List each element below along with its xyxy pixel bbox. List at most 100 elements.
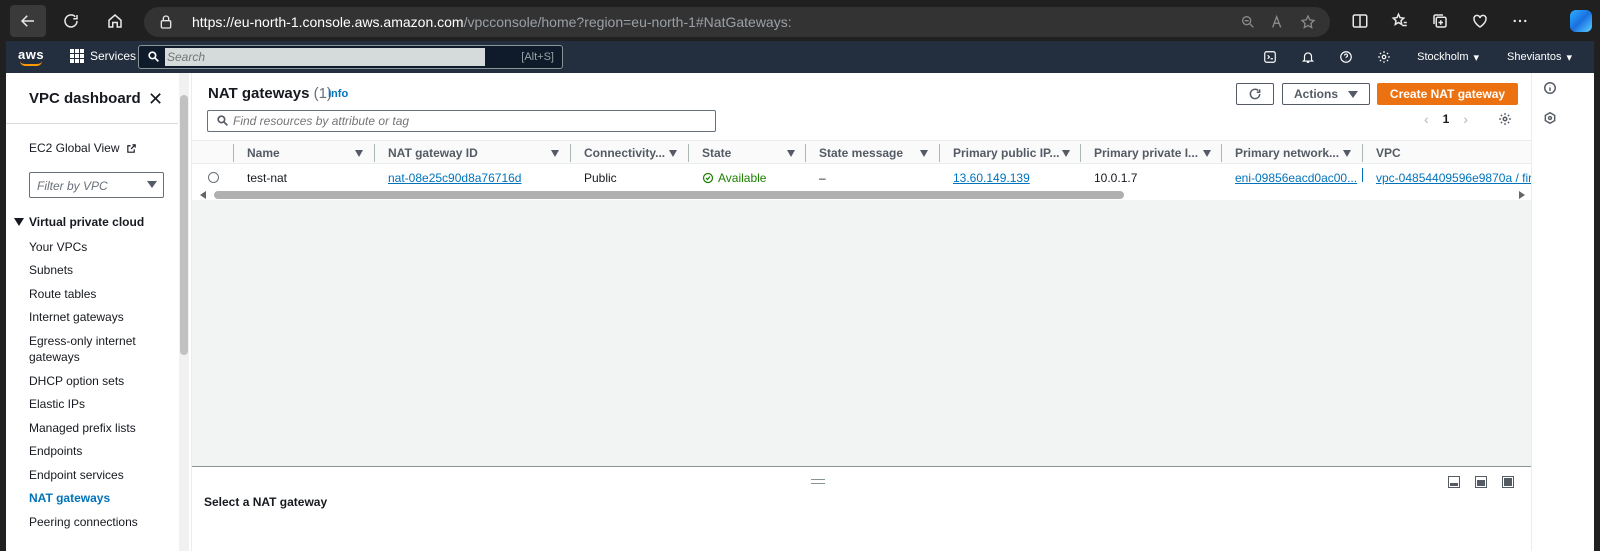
sort-icon[interactable] — [355, 150, 363, 157]
column-divider — [1221, 144, 1222, 162]
sidebar-title[interactable]: VPC dashboard — [29, 90, 141, 107]
sidebar-item-elastic-ips[interactable]: Elastic IPs — [29, 396, 149, 412]
sidebar-item-egress-only-internet-gateways[interactable]: Egress-only internet gateways — [29, 333, 149, 365]
resource-search-field[interactable] — [207, 110, 716, 132]
sidebar-item-ec2-global-view[interactable]: EC2 Global View — [29, 141, 137, 155]
sidebar-item-managed-prefix-lists[interactable]: Managed prefix lists — [29, 420, 149, 436]
cell-public-ip-link[interactable]: 13.60.149.139 — [953, 171, 1030, 185]
favorites-icon[interactable] — [1384, 5, 1416, 37]
aws-search-input[interactable] — [165, 48, 485, 66]
reload-button[interactable] — [55, 5, 87, 37]
aws-logo-text: aws — [18, 47, 45, 62]
sidebar-item-your-vpcs[interactable]: Your VPCs — [29, 239, 149, 255]
read-aloud-icon[interactable] — [1268, 12, 1288, 32]
scroll-left-arrow-icon[interactable] — [200, 191, 206, 199]
info-link[interactable]: Info — [328, 88, 348, 100]
column-header-connectivity[interactable]: Connectivity... — [584, 146, 665, 160]
sidebar-item-endpoint-services[interactable]: Endpoint services — [29, 467, 149, 483]
settings-gear-icon[interactable] — [1365, 50, 1403, 64]
row-select-radio[interactable] — [208, 172, 219, 183]
sidebar-item-internet-gateways[interactable]: Internet gateways — [29, 309, 149, 325]
scrollbar-thumb[interactable] — [214, 191, 1124, 199]
column-header-state[interactable]: State — [702, 146, 731, 160]
sidebar-item-subnets[interactable]: Subnets — [29, 262, 149, 278]
address-bar[interactable]: https://eu-north-1.console.aws.amazon.co… — [144, 7, 1330, 37]
nat-gateways-panel: NAT gateways (1) Info Actions Create NAT… — [192, 73, 1538, 200]
sidebar-item-peering-connections[interactable]: Peering connections — [29, 514, 149, 530]
panel-half-icon[interactable] — [1475, 476, 1487, 488]
aws-smile-icon — [20, 61, 42, 66]
hexagon-icon[interactable] — [1543, 111, 1557, 128]
column-divider — [233, 144, 234, 162]
main-content: NAT gateways (1) Info Actions Create NAT… — [192, 73, 1538, 551]
check-circle-icon — [702, 172, 714, 184]
cloudshell-icon[interactable] — [1251, 50, 1289, 64]
sort-icon[interactable] — [669, 150, 677, 157]
panel-bottom-icon[interactable] — [1448, 476, 1460, 488]
filter-by-vpc-select[interactable]: Filter by VPC — [29, 172, 164, 198]
sort-icon[interactable] — [787, 150, 795, 157]
sidebar-item-endpoints[interactable]: Endpoints — [29, 443, 149, 459]
caret-down-icon: ▾ — [1473, 51, 1480, 64]
account-label: Sheviantos — [1507, 51, 1562, 63]
chevron-left-icon[interactable]: ‹ — [1424, 111, 1429, 127]
sort-icon[interactable] — [551, 150, 559, 157]
close-icon[interactable]: ✕ — [148, 89, 163, 110]
cell-network-interface-link[interactable]: eni-09856eacd0ac00... — [1235, 171, 1357, 185]
page-title: NAT gateways (1) — [208, 85, 332, 102]
sidebar-item-nat-gateways[interactable]: NAT gateways — [29, 490, 149, 506]
info-circle-icon[interactable] — [1543, 81, 1557, 98]
browser-toolbar: https://eu-north-1.console.aws.amazon.co… — [0, 0, 1600, 41]
collections-icon[interactable] — [1424, 5, 1456, 37]
page-number[interactable]: 1 — [1443, 112, 1450, 126]
more-options-icon[interactable] — [1504, 5, 1536, 37]
sort-icon[interactable] — [920, 150, 928, 157]
sidebar-scrollbar-thumb[interactable] — [180, 95, 188, 355]
table-horizontal-scrollbar[interactable] — [200, 190, 1525, 200]
resource-search-input[interactable] — [233, 113, 703, 129]
cell-nat-gateway-id-link[interactable]: nat-08e25c90d8a76716d — [388, 171, 521, 185]
filter-placeholder: Filter by VPC — [37, 179, 108, 193]
column-header-primary-private-ip[interactable]: Primary private I... — [1094, 146, 1198, 160]
copilot-icon[interactable] — [1570, 10, 1592, 32]
drag-handle-icon[interactable] — [811, 479, 825, 484]
column-header-state-message[interactable]: State message — [819, 146, 903, 160]
sort-icon[interactable] — [1343, 150, 1351, 157]
chevron-right-icon[interactable]: › — [1463, 111, 1468, 127]
url-path: /vpcconsole/home?region=eu-north-1#NatGa… — [463, 14, 792, 30]
refresh-button[interactable] — [1236, 83, 1274, 105]
cell-vpc-link[interactable]: vpc-04854409596e9870a / firs — [1376, 171, 1538, 185]
sidebar: VPC dashboard ✕ EC2 Global View Filter b… — [6, 73, 192, 551]
sidebar-item-route-tables[interactable]: Route tables — [29, 286, 149, 302]
sidebar-section-virtual-private-cloud[interactable]: Virtual private cloud — [14, 215, 144, 229]
actions-button[interactable]: Actions — [1282, 83, 1370, 105]
column-header-vpc[interactable]: VPC — [1376, 146, 1401, 160]
aws-logo[interactable]: aws — [18, 47, 45, 66]
create-nat-gateway-button[interactable]: Create NAT gateway — [1377, 83, 1518, 105]
aws-search-box[interactable]: [Alt+S] — [138, 45, 563, 69]
scroll-right-arrow-icon[interactable] — [1519, 191, 1525, 199]
bell-icon[interactable] — [1289, 50, 1327, 64]
column-header-primary-public-ip[interactable]: Primary public IP... — [953, 146, 1060, 160]
region-menu[interactable]: Stockholm ▾ — [1403, 51, 1493, 64]
table-row[interactable]: test-nat nat-08e25c90d8a76716d Public Av… — [192, 165, 1538, 189]
split-screen-icon[interactable] — [1344, 5, 1376, 37]
zoom-icon[interactable] — [1238, 12, 1258, 32]
column-header-primary-network[interactable]: Primary network... — [1235, 146, 1339, 160]
services-menu[interactable]: Services — [70, 49, 136, 63]
favorite-star-icon[interactable] — [1298, 12, 1318, 32]
panel-full-icon[interactable] — [1502, 476, 1514, 488]
column-header-nat-gateway-id[interactable]: NAT gateway ID — [388, 146, 478, 160]
external-link-icon — [126, 143, 136, 153]
help-icon[interactable] — [1327, 50, 1365, 64]
column-header-name[interactable]: Name — [247, 146, 280, 160]
sort-icon[interactable] — [1203, 150, 1211, 157]
heart-pulse-icon[interactable] — [1464, 5, 1496, 37]
sidebar-item-dhcp-option-sets[interactable]: DHCP option sets — [29, 373, 149, 389]
account-menu[interactable]: Sheviantos ▾ — [1493, 51, 1586, 64]
sort-icon[interactable] — [1062, 150, 1070, 157]
back-button[interactable] — [10, 5, 46, 37]
home-button[interactable] — [99, 5, 131, 37]
table-preferences-gear-icon[interactable] — [1498, 112, 1512, 129]
window-edge — [1594, 41, 1600, 551]
